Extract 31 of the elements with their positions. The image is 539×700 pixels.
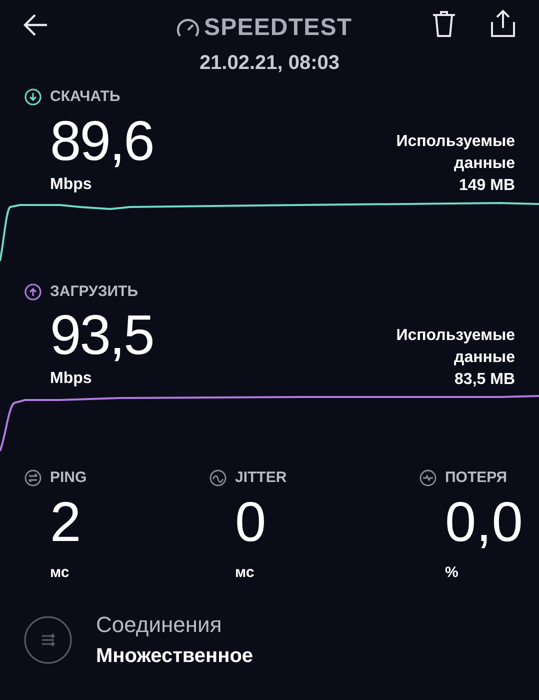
- speed-unit: Mbps: [50, 174, 93, 194]
- jitter-icon: [209, 469, 227, 488]
- connections-value: Множественное: [96, 644, 254, 669]
- data-used-label: Используемые данные: [395, 132, 515, 174]
- stat-value: 0,0: [445, 490, 524, 554]
- speed-value: 93,5: [50, 303, 154, 367]
- stat-value: 0: [235, 490, 268, 554]
- speed-value: 89,6: [50, 108, 154, 172]
- stat-label: JITTER: [235, 468, 287, 488]
- stat-unit: мс: [235, 562, 256, 582]
- connections-label: Соединения: [96, 611, 223, 639]
- app-title: SPEEDTEST: [204, 13, 352, 43]
- section-label: ЗАГРУЗИТЬ: [50, 282, 138, 302]
- share-icon[interactable]: [490, 9, 516, 37]
- stat-label: ПОТЕРЯ: [445, 468, 508, 488]
- ping-icon: [24, 469, 42, 488]
- data-used-label: Используемые данные: [395, 326, 515, 368]
- test-date: 21.02.21, 08:03: [199, 51, 340, 76]
- stat-unit: мс: [50, 562, 70, 582]
- section-label: СКАЧАТЬ: [50, 87, 120, 107]
- data-used-value: 149 MB: [458, 176, 515, 196]
- loss-icon: [419, 469, 437, 488]
- back-arrow-icon[interactable]: [23, 12, 49, 38]
- stat-label: PING: [50, 468, 87, 488]
- stat-value: 2: [50, 490, 82, 554]
- gauge-icon: [176, 18, 200, 38]
- trash-icon[interactable]: [432, 10, 456, 38]
- speed-unit: Mbps: [50, 369, 93, 389]
- data-used-value: 83,5 MB: [454, 370, 515, 390]
- connections-icon: [24, 616, 72, 664]
- stat-unit: %: [445, 562, 460, 582]
